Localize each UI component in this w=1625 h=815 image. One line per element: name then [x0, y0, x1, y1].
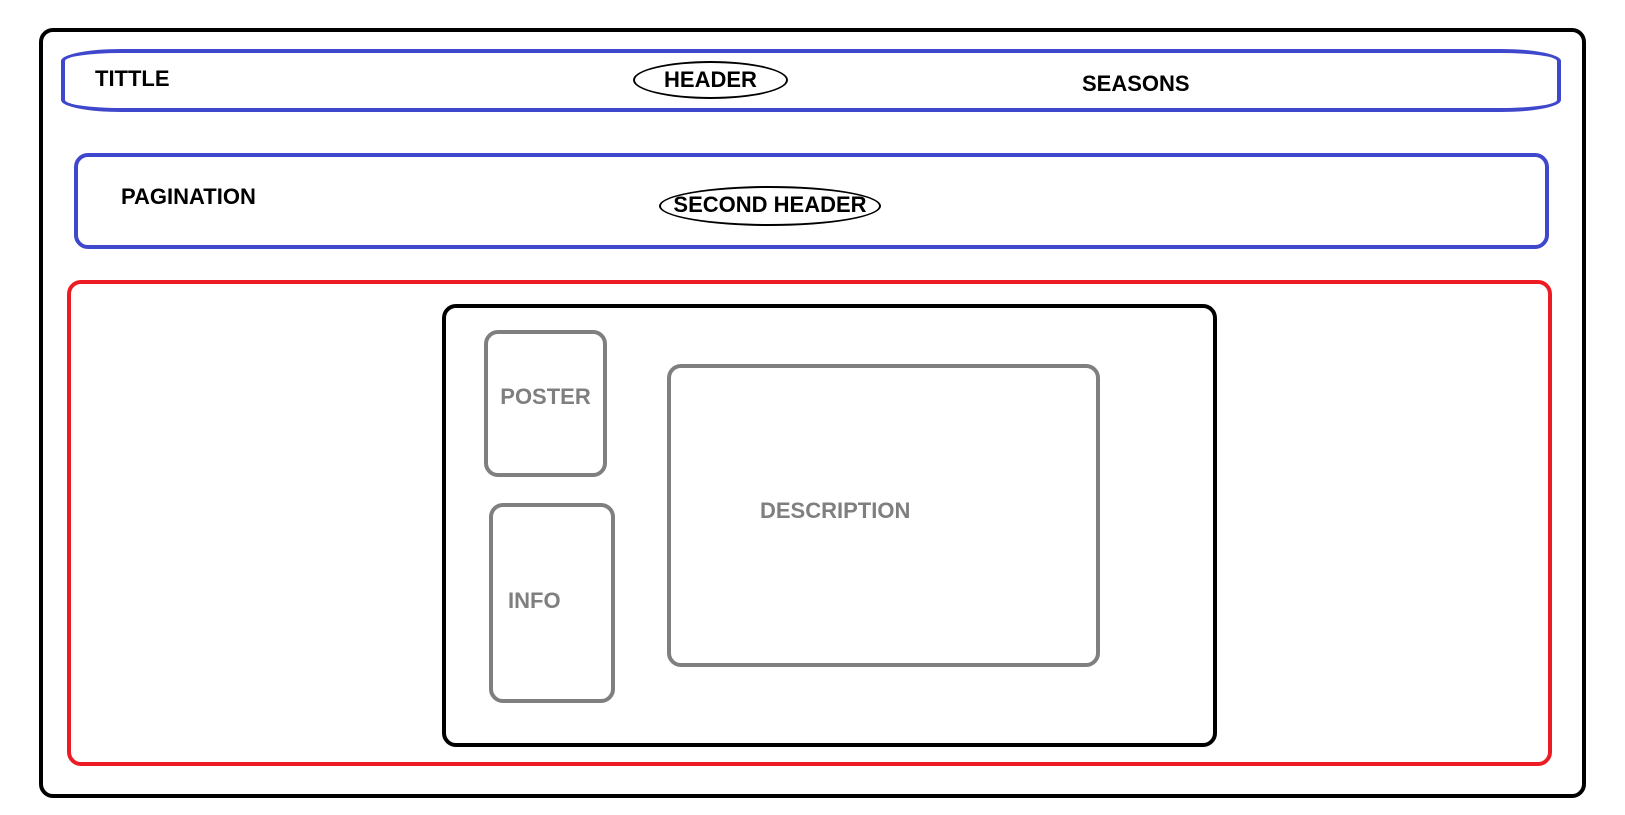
description-label: DESCRIPTION [760, 498, 911, 523]
seasons-label: SEASONS [1082, 71, 1190, 96]
title-label: TITTLE [95, 66, 170, 91]
header-label: HEADER [664, 67, 757, 92]
header-bar [61, 49, 1561, 112]
info-label: INFO [508, 588, 561, 613]
poster-label: POSTER [500, 384, 591, 409]
second-header-label: SECOND HEADER [673, 192, 867, 217]
pagination-label: PAGINATION [121, 184, 256, 209]
